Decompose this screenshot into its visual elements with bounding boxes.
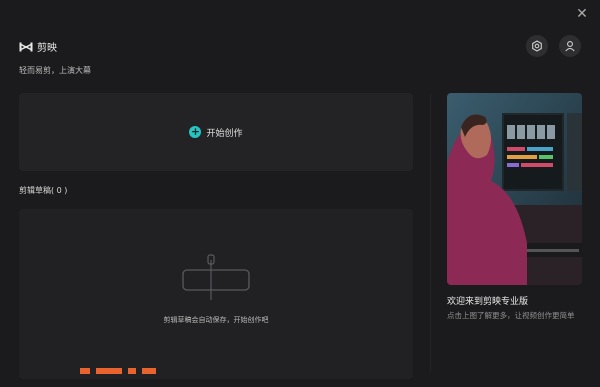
promo-title: 欢迎来到剪映专业版 — [447, 297, 529, 307]
start-creating-label: 开始创作 — [206, 128, 243, 139]
promo-description: 点击上图了解更多，让视频创作更简单 — [447, 311, 575, 320]
empty-drafts-icon — [182, 254, 250, 300]
user-icon — [565, 41, 575, 52]
decor-strip — [80, 368, 210, 374]
brand: 剪映 — [19, 39, 57, 54]
tagline: 轻而易剪，上演大幕 — [19, 66, 91, 75]
drafts-title: 剪辑草稿( 0 ) — [19, 186, 68, 195]
drafts-list: 剪辑草稿会自动保存，开始创作吧 — [19, 209, 413, 379]
settings-icon — [532, 40, 542, 52]
video-editor-illustration — [447, 93, 582, 285]
capcut-logo-icon — [19, 42, 33, 51]
divider — [430, 93, 431, 372]
brand-name: 剪映 — [37, 43, 57, 54]
user-button[interactable] — [559, 35, 581, 57]
close-button[interactable]: ✕ — [574, 6, 590, 22]
settings-button[interactable] — [526, 35, 548, 57]
promo-image[interactable] — [447, 93, 582, 285]
empty-drafts-message: 剪辑草稿会自动保存，开始创作吧 — [163, 316, 269, 324]
plus-icon: + — [189, 125, 202, 138]
start-creating-button[interactable]: + 开始创作 — [19, 93, 413, 171]
